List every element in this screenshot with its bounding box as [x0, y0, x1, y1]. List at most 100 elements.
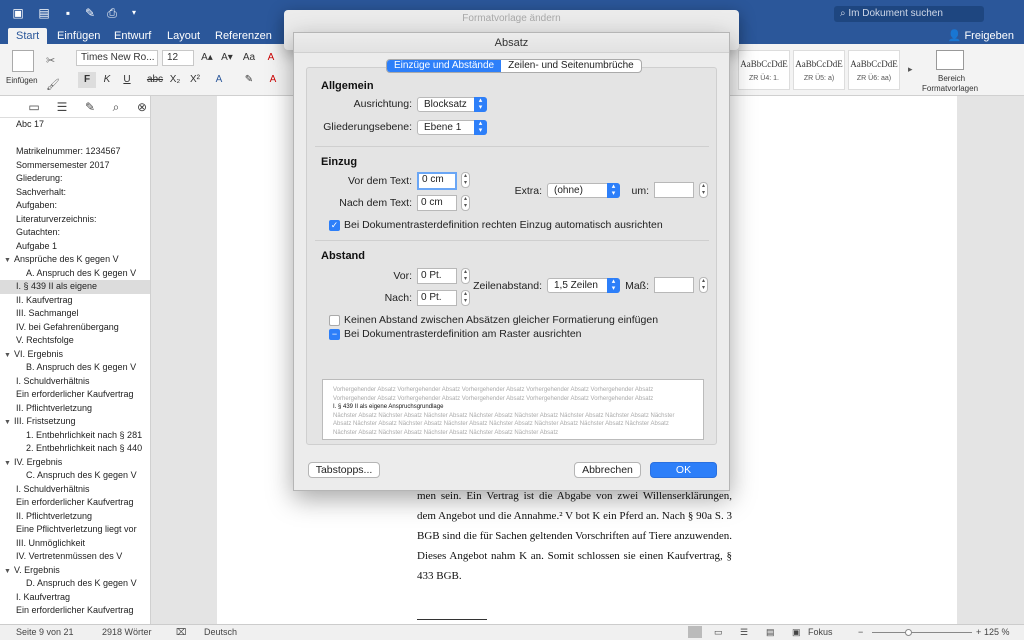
outline-item[interactable]: D. Anspruch des K gegen V — [0, 577, 150, 591]
zoom-slider-thumb[interactable] — [905, 629, 912, 636]
expand-triangle-icon[interactable]: ▼ — [4, 457, 14, 470]
draft-view-icon[interactable]: ▤ — [766, 625, 775, 640]
highlight-icon[interactable]: ✎ — [240, 72, 258, 88]
outline-item[interactable]: II. Kaufvertrag — [0, 294, 150, 308]
language[interactable]: Deutsch — [204, 625, 237, 640]
edit-icon[interactable]: ✎ — [82, 6, 98, 20]
no-space-checkbox[interactable] — [329, 315, 340, 326]
outline-item[interactable]: Gliederung: — [0, 172, 150, 186]
outline-item[interactable]: Aufgaben: — [0, 199, 150, 213]
paste-icon[interactable] — [12, 50, 34, 72]
line-spacing-select[interactable]: 1,5 Zeilen ▴ ▾ — [547, 278, 620, 293]
tab-line-page-breaks[interactable]: Zeilen- und Seitenumbrüche — [501, 60, 641, 72]
outline-item[interactable]: ▼ VI. Ergebnis — [0, 348, 150, 362]
spacing-before-input[interactable]: 0 Pt. — [417, 268, 457, 284]
expand-triangle-icon[interactable]: ▼ — [4, 349, 14, 362]
outline-item[interactable]: Sommersemester 2017 — [0, 159, 150, 173]
outline-item[interactable]: Eine Pflichtverletzung liegt vor — [0, 523, 150, 537]
auto-right-indent-checkbox[interactable]: ✓ — [329, 220, 340, 231]
zoom-in-icon[interactable]: + — [976, 625, 981, 640]
zoom-slider[interactable] — [872, 632, 972, 633]
outline-item[interactable]: A. Anspruch des K gegen V — [0, 267, 150, 281]
outline-item[interactable]: ▼ III. Fristsetzung — [0, 415, 150, 429]
font-color-icon[interactable]: A — [264, 72, 282, 88]
new-document-icon[interactable]: ▤ — [36, 6, 52, 20]
outline-item[interactable]: Ein erforderlicher Kaufvertrag — [0, 496, 150, 510]
outline-level-select[interactable]: Ebene 1 ▴ ▾ — [417, 120, 487, 135]
style-zr-u4[interactable]: AaBbCcDdE ZR Ü4: 1. — [738, 50, 790, 90]
indent-by-stepper[interactable]: ▴ ▾ — [699, 182, 708, 198]
outline-item[interactable]: Literaturverzeichnis: — [0, 213, 150, 227]
superscript-icon[interactable]: X² — [186, 72, 204, 88]
outline-item[interactable]: III. Unmöglichkeit — [0, 537, 150, 551]
sidebar-toggle-icon[interactable]: ▣ — [10, 6, 26, 20]
subscript-icon[interactable]: X₂ — [166, 72, 184, 88]
spacing-after-stepper[interactable]: ▴ ▾ — [461, 290, 470, 306]
outline-item[interactable]: ▼ V. Ergebnis — [0, 564, 150, 578]
focus-label[interactable]: Fokus — [808, 625, 833, 640]
outline-item[interactable]: Abc 17 — [0, 118, 150, 132]
styles-more-icon[interactable]: ▸ — [908, 64, 913, 75]
outline-item[interactable]: Sachverhalt: — [0, 186, 150, 200]
grow-font-icon[interactable]: A▴ — [198, 50, 216, 66]
outline-item[interactable]: I. Kaufvertrag — [0, 591, 150, 605]
change-case-icon[interactable]: Aa — [240, 50, 258, 66]
style-zr-u6[interactable]: AaBbCcDdE ZR Ü6: aa) — [848, 50, 900, 90]
outline-item[interactable]: IV. bei Gefahrenübergang — [0, 321, 150, 335]
word-count[interactable]: 2918 Wörter — [102, 625, 152, 640]
ok-button[interactable]: OK — [650, 462, 717, 478]
tabs-button[interactable]: Tabstopps... — [308, 462, 380, 478]
outline-item[interactable]: III. Sachmangel — [0, 307, 150, 321]
zoom-level[interactable]: 125 % — [984, 625, 1010, 640]
outline-item[interactable]: Gutachten: — [0, 226, 150, 240]
search-input[interactable]: ⌕ Im Dokument suchen — [834, 6, 984, 22]
tab-start[interactable]: Start — [8, 28, 48, 44]
print-icon[interactable]: ⎙ — [104, 6, 120, 20]
measure-input[interactable] — [654, 277, 694, 293]
clear-format-icon[interactable]: A — [262, 50, 280, 66]
outline-item[interactable]: V. Rechtsfolge — [0, 334, 150, 348]
outline-item[interactable]: II. Pflichtverletzung — [0, 510, 150, 524]
extra-indent-select[interactable]: (ohne) ▴ ▾ — [547, 183, 620, 198]
customize-chevron-icon[interactable]: ▾ — [126, 6, 142, 20]
bold-icon[interactable]: F — [78, 72, 96, 88]
font-size-select[interactable]: 12 — [162, 50, 194, 66]
outline-item[interactable]: ▼ Ansprüche des K gegen V — [0, 253, 150, 267]
spacing-after-input[interactable]: 0 Pt. — [417, 290, 457, 306]
zoom-out-icon[interactable]: − — [858, 625, 863, 640]
web-layout-icon[interactable]: ▭ — [714, 625, 723, 640]
expand-triangle-icon[interactable]: ▼ — [4, 565, 14, 578]
review-icon[interactable]: ✎ — [82, 100, 98, 114]
styles-pane-label-2[interactable]: Formatvorlagen — [922, 84, 978, 93]
expand-triangle-icon[interactable]: ▼ — [4, 416, 14, 429]
outline-item[interactable]: I. Schuldverhältnis — [0, 375, 150, 389]
outline-item[interactable]: I. Schuldverhältnis — [0, 483, 150, 497]
outline-item[interactable]: 2. Entbehrlichkeit nach § 440 — [0, 442, 150, 456]
indent-after-stepper[interactable]: ▴ ▾ — [461, 195, 470, 211]
measure-stepper[interactable]: ▴ ▾ — [699, 277, 708, 293]
tab-indents-spacing[interactable]: Einzüge und Abstände — [387, 60, 502, 72]
cut-icon[interactable]: ✂ — [46, 54, 55, 67]
outline-item[interactable]: Ein erforderlicher Kaufvertrag — [0, 604, 150, 618]
format-painter-icon[interactable]: 🖌 — [46, 78, 60, 91]
tab-entwurf[interactable]: Entwurf — [114, 28, 151, 44]
thumbnails-icon[interactable]: ▭ — [26, 100, 42, 114]
indent-before-stepper[interactable]: ▴ ▾ — [461, 172, 470, 188]
outline-item[interactable]: Ein erforderlicher Kaufvertrag — [0, 388, 150, 402]
style-zr-u5[interactable]: AaBbCcDdE ZR Ü5: a) — [793, 50, 845, 90]
styles-pane-label[interactable]: Bereich — [938, 74, 965, 83]
tab-referenzen[interactable]: Referenzen — [215, 28, 272, 44]
outline-icon[interactable]: ☰ — [54, 100, 70, 114]
proofing-icon[interactable]: ⌧ — [176, 625, 186, 640]
shrink-font-icon[interactable]: A▾ — [218, 50, 236, 66]
text-effects-icon[interactable]: A — [210, 72, 228, 88]
outline-item[interactable]: B. Anspruch des K gegen V — [0, 361, 150, 375]
cancel-button[interactable]: Abbrechen — [574, 462, 641, 478]
page-count[interactable]: Seite 9 von 21 — [16, 625, 74, 640]
outline-item[interactable]: I. § 439 II als eigene — [0, 280, 150, 294]
strikethrough-icon[interactable]: abc — [146, 72, 164, 88]
outline-item[interactable]: C. Anspruch des K gegen V — [0, 469, 150, 483]
outline-item[interactable] — [0, 132, 150, 146]
search-icon[interactable]: ⌕ — [108, 100, 124, 114]
styles-pane-icon[interactable] — [936, 50, 964, 70]
